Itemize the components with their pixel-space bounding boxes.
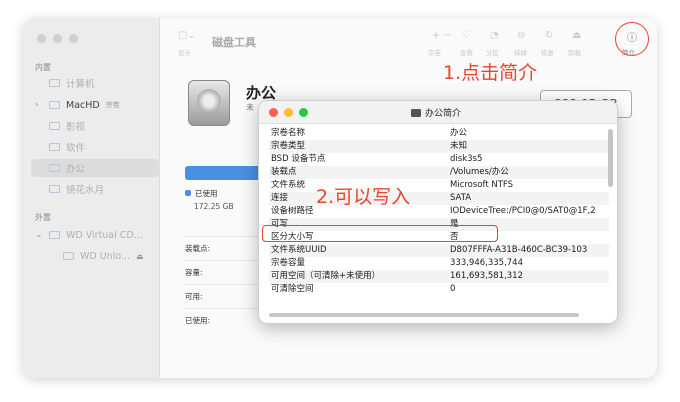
sidebar-item-movies[interactable]: 影视 <box>49 117 169 135</box>
popup-close-button[interactable] <box>269 108 278 117</box>
minimize-button[interactable] <box>53 34 62 43</box>
info-row-available: 可用: <box>185 284 265 308</box>
sidebar-item-computer[interactable]: 计算机 <box>49 74 169 92</box>
info-popup: 办公简介 宗卷名称 办公 宗卷类型 未知 BSD 设备节点 disk3s5 装载点/V… <box>258 100 618 324</box>
restore-button-label[interactable]: 恢复 <box>541 47 554 57</box>
used-legend: 已使用 <box>185 188 218 199</box>
first-aid-button-label[interactable]: 急救 <box>460 47 473 57</box>
used-value: 172.25 GB <box>194 202 234 211</box>
volume-tag: 宗卷 <box>105 101 120 109</box>
partition-button-label[interactable]: 分区 <box>486 47 499 57</box>
drive-icon <box>411 108 421 117</box>
info-table: 装载点: 容量: 可用: 已使用: <box>185 236 265 332</box>
annotation-circle <box>615 22 649 56</box>
info-row-capacity: 容量: <box>185 260 265 284</box>
disk-icon <box>49 143 60 151</box>
sidebar-toggle-icon[interactable]: ▢⌄ <box>178 30 196 41</box>
chevron-right-icon[interactable]: › <box>35 100 39 110</box>
first-aid-icon[interactable]: ♡ <box>462 30 471 41</box>
disk-icon <box>49 164 60 172</box>
window-title: 磁盘工具 <box>212 36 256 49</box>
sidebar: 内置 计算机 › MacHD 宗卷 影视 软件 办公 镜花水月 外置 ⌄ WD … <box>23 18 160 378</box>
sidebar-item-office[interactable]: 办公 <box>31 159 159 177</box>
sidebar-section-external: 外置 <box>35 213 51 222</box>
sidebar-item-software[interactable]: 软件 <box>49 138 169 156</box>
zoom-button[interactable] <box>69 34 78 43</box>
info-row-mount: 装载点: <box>185 236 265 260</box>
annotation-step1: 1.点击简介 <box>443 62 538 84</box>
popup-row: 文件系统UUID D807FFFA-A31B-460C-BC39-103 <box>269 244 609 257</box>
restore-icon[interactable]: ↻ <box>545 30 553 41</box>
chevron-down-icon[interactable]: ⌄ <box>35 230 43 240</box>
popup-window-controls <box>269 108 308 117</box>
horizontal-scrollbar[interactable] <box>269 313 579 317</box>
window-controls <box>37 34 78 43</box>
popup-titlebar: 办公简介 <box>259 101 617 124</box>
annotation-step2: 2.可以写入 <box>316 186 411 208</box>
volume-subtitle: 未 <box>246 103 254 112</box>
erase-button-label[interactable]: 抹掉 <box>514 47 527 57</box>
vertical-scrollbar[interactable] <box>608 129 613 187</box>
annotation-highlight-writable <box>262 225 498 242</box>
disk-icon <box>49 122 60 130</box>
popup-row: 装载点/Volumes/办公 <box>269 166 609 179</box>
popup-row: 可清除空间 0 <box>271 284 456 294</box>
popup-row: 宗卷容量 333,946,335,744 <box>271 258 524 268</box>
partition-icon[interactable]: ◔ <box>490 30 499 41</box>
popup-minimize-button[interactable] <box>284 108 293 117</box>
popup-zoom-button[interactable] <box>299 108 308 117</box>
disk-icon <box>63 252 74 260</box>
popup-row: 宗卷类型 未知 <box>269 140 609 153</box>
erase-icon[interactable]: ⊖ <box>517 30 525 41</box>
unmount-button-label[interactable]: 卸载 <box>568 47 581 57</box>
disk-icon <box>49 231 60 239</box>
volume-button-label[interactable]: 宗卷 <box>428 47 441 57</box>
disk-icon <box>49 79 60 87</box>
sidebar-item-mirror[interactable]: 镜花水月 <box>49 180 169 198</box>
disk-icon <box>49 185 60 193</box>
unmount-icon[interactable]: ⏏ <box>572 30 581 41</box>
info-row-used: 已使用: <box>185 308 265 332</box>
eject-icon[interactable]: ⏏ <box>136 252 144 261</box>
close-button[interactable] <box>37 34 46 43</box>
popup-row: 宗卷名称 办公 <box>271 128 468 138</box>
display-label: 显示 <box>178 49 191 57</box>
popup-row: BSD 设备节点 disk3s5 <box>271 154 483 164</box>
used-color-swatch <box>185 190 191 196</box>
add-remove-volume-icon[interactable]: + − <box>432 30 452 41</box>
disk-icon <box>49 101 60 109</box>
popup-title: 办公简介 <box>411 106 461 119</box>
popup-row: 可用空间（可清除+未使用） 161,693,581,312 <box>269 270 609 283</box>
hard-disk-icon <box>188 80 230 126</box>
sidebar-item-machd[interactable]: MacHD 宗卷 <box>49 96 169 114</box>
sidebar-section-internal: 内置 <box>35 63 51 72</box>
sidebar-item-wd-virtual-cd[interactable]: WD Virtual CD... <box>49 226 169 244</box>
